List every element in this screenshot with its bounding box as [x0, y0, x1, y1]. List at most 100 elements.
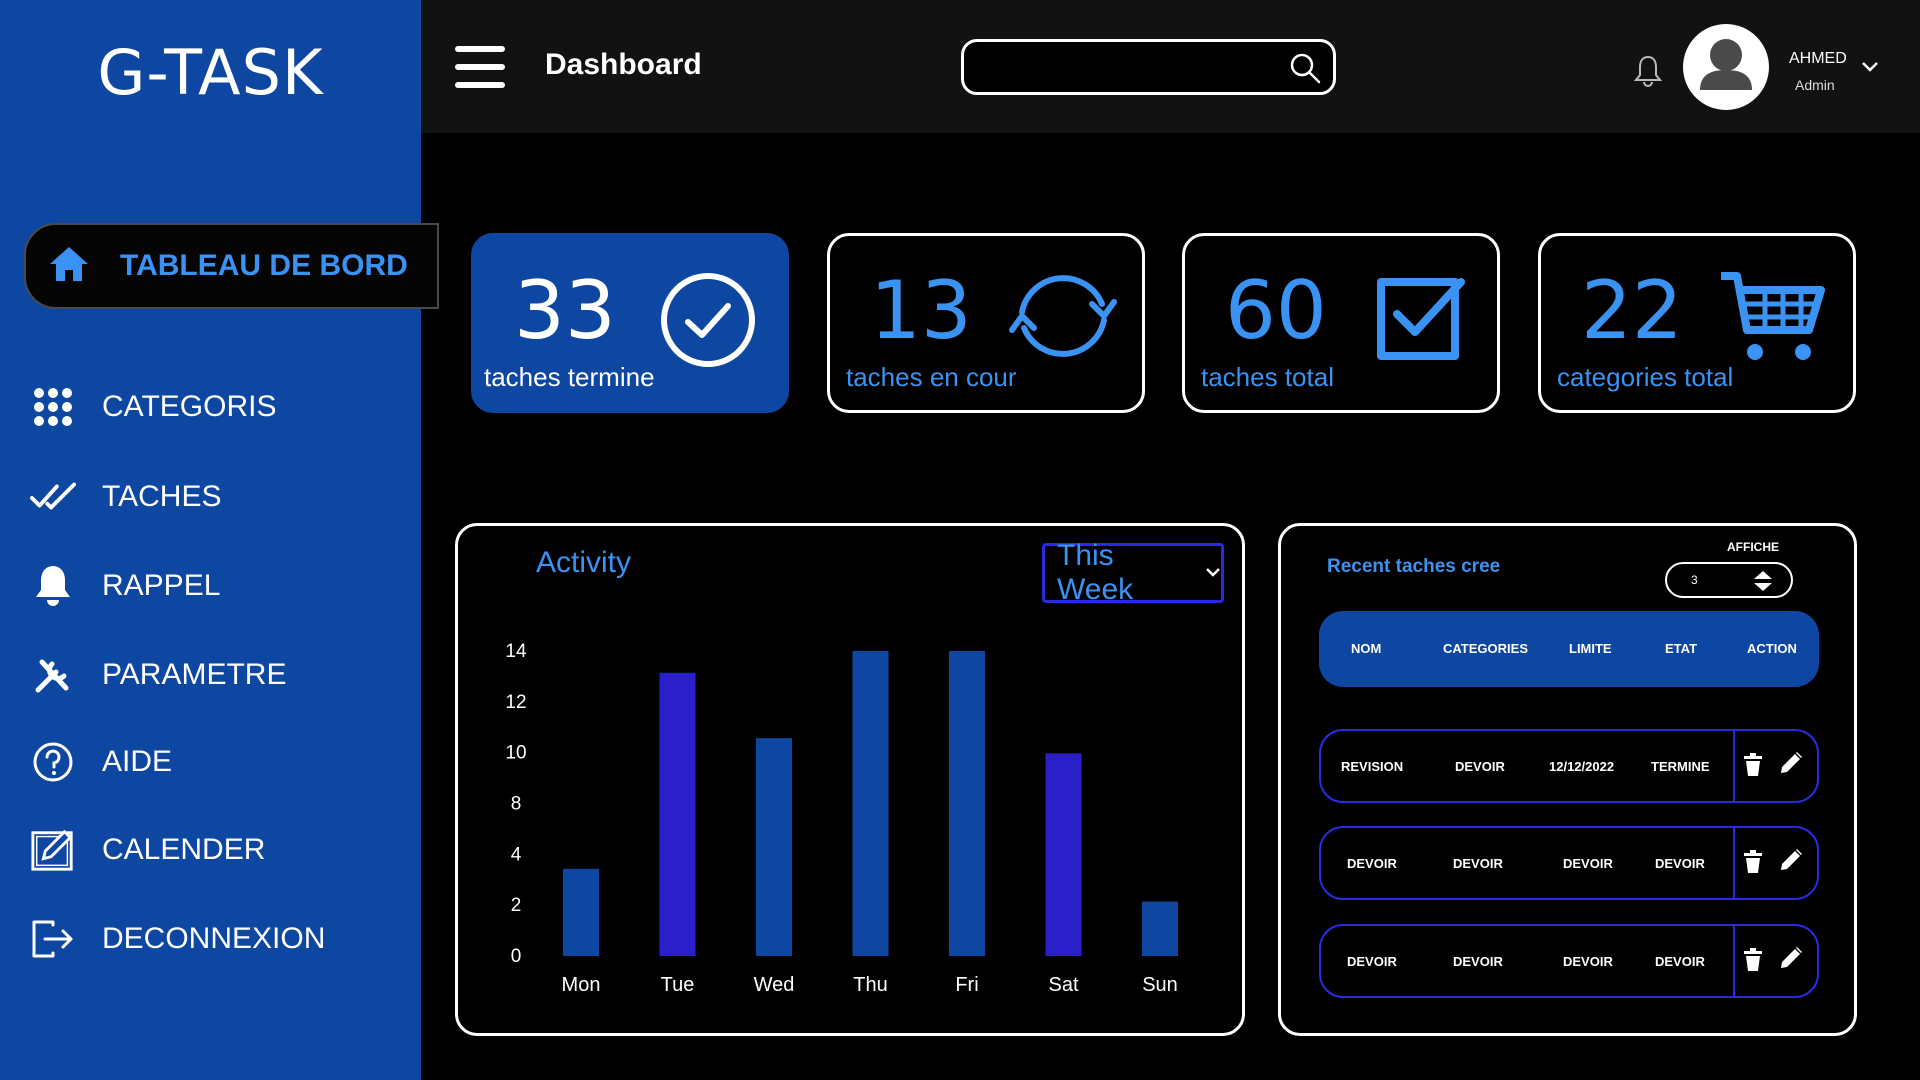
y-tick-label: 0 — [511, 946, 522, 967]
column-header: LIMITE — [1569, 641, 1612, 656]
avatar[interactable] — [1683, 24, 1769, 110]
sidebar-item-aide[interactable]: AIDE — [30, 735, 172, 789]
top-header: Dashboard AHMED Admin — [421, 0, 1920, 133]
recent-tasks-title: Recent taches cree — [1327, 556, 1501, 577]
affiche-stepper[interactable]: 3 — [1665, 562, 1793, 598]
bar-mon[interactable] — [563, 868, 599, 956]
pencil-icon[interactable] — [1779, 848, 1803, 877]
stat-value: 22 — [1581, 264, 1683, 357]
calendar-edit-icon — [30, 827, 76, 873]
page-title: Dashboard — [545, 48, 702, 81]
help-icon — [30, 739, 76, 785]
column-header: CATEGORIES — [1443, 641, 1528, 656]
divider — [1733, 731, 1735, 801]
tools-icon — [30, 652, 76, 698]
recent-tasks-panel: Recent taches cree AFFICHE 3 NOM CATEGOR… — [1278, 523, 1857, 1036]
stat-caption: categories total — [1557, 362, 1734, 392]
y-tick-label: 4 — [511, 844, 522, 865]
cart-icon — [1717, 270, 1827, 375]
divider — [1733, 926, 1735, 996]
affiche-value: 3 — [1691, 573, 1698, 587]
search-box — [961, 39, 1336, 95]
sidebar-item-tableau-de-bord[interactable]: TABLEAU DE BORD — [24, 223, 439, 309]
cell-categorie: DEVOIR — [1453, 954, 1503, 969]
logout-icon — [30, 916, 76, 962]
double-check-icon — [30, 474, 76, 520]
search-input[interactable] — [964, 42, 1264, 92]
sidebar-item-label: PARAMETRE — [102, 658, 287, 691]
sidebar-item-label: DECONNEXION — [102, 922, 326, 955]
sidebar-item-label: TACHES — [102, 480, 222, 513]
notification-bell-icon[interactable] — [1633, 55, 1663, 92]
sidebar-item-taches[interactable]: TACHES — [30, 470, 221, 524]
bar-thu[interactable] — [852, 651, 889, 956]
x-tick-label: Thu — [853, 974, 887, 996]
trash-icon[interactable] — [1743, 753, 1763, 782]
bar-wed[interactable] — [756, 738, 792, 956]
cell-nom: DEVOIR — [1347, 856, 1397, 871]
sidebar-item-label: CATEGORIS — [102, 390, 277, 423]
home-icon — [48, 245, 90, 288]
chevron-down-icon[interactable] — [1861, 60, 1879, 78]
sidebar-item-parametre[interactable]: PARAMETRE — [30, 648, 286, 702]
table-row: DEVOIR DEVOIR DEVOIR DEVOIR — [1319, 826, 1819, 900]
stat-value: 60 — [1225, 264, 1327, 357]
x-tick-label: Fri — [955, 974, 978, 996]
table-row: REVISION DEVOIR 12/12/2022 TERMINE — [1319, 729, 1819, 803]
x-tick-label: Mon — [562, 974, 601, 996]
sidebar-item-label: AIDE — [102, 745, 173, 778]
sidebar-item-label: TABLEAU DE BORD — [120, 249, 408, 282]
bar-fri[interactable] — [949, 651, 985, 956]
bar-sat[interactable] — [1045, 753, 1082, 956]
cell-limite: DEVOIR — [1563, 856, 1613, 871]
sidebar-item-label: RAPPEL — [102, 569, 221, 602]
y-tick-label: 14 — [505, 641, 527, 662]
spinner-arrows-icon[interactable] — [1753, 570, 1773, 597]
x-tick-label: Sun — [1142, 974, 1178, 996]
y-tick-label: 8 — [511, 794, 522, 815]
trash-icon[interactable] — [1743, 850, 1763, 879]
column-header: ACTION — [1747, 641, 1797, 656]
bar-sun[interactable] — [1142, 901, 1178, 956]
check-circle-icon — [660, 272, 756, 373]
table-row: DEVOIR DEVOIR DEVOIR DEVOIR — [1319, 924, 1819, 998]
stat-caption: taches en cour — [846, 362, 1017, 392]
x-tick-label: Wed — [754, 974, 795, 996]
cell-etat: DEVOIR — [1655, 954, 1705, 969]
x-tick-label: Sat — [1048, 974, 1078, 996]
cell-limite: 12/12/2022 — [1549, 759, 1615, 774]
bar-tue[interactable] — [659, 672, 696, 956]
stat-card-categories[interactable]: 22 categories total — [1538, 233, 1856, 413]
checkbox-icon — [1377, 274, 1465, 365]
activity-bar-chart: 0 2 4 8 10 12 14 Mon Tue Wed Thu Fri Sat Sun — [505, 641, 1178, 996]
stat-card-total[interactable]: 60 taches total — [1182, 233, 1500, 413]
refresh-icon — [1008, 268, 1118, 369]
affiche-label: AFFICHE — [1727, 540, 1779, 554]
cell-limite: DEVOIR — [1563, 954, 1613, 969]
cell-nom: REVISION — [1341, 759, 1404, 774]
sidebar-item-categoris[interactable]: CATEGORIS — [30, 380, 276, 434]
app-logo: G-TASK — [97, 36, 324, 109]
sidebar-item-deconnexion[interactable]: DECONNEXION — [30, 912, 325, 966]
y-tick-label: 12 — [505, 692, 526, 713]
grid-dots-icon — [30, 384, 76, 430]
stat-value: 13 — [870, 264, 972, 357]
sidebar-item-calender[interactable]: CALENDER — [30, 823, 265, 877]
pencil-icon[interactable] — [1779, 946, 1803, 975]
cell-nom: DEVOIR — [1347, 954, 1397, 969]
stat-value: 33 — [514, 264, 616, 357]
y-tick-label: 10 — [505, 743, 526, 764]
cell-categorie: DEVOIR — [1453, 856, 1503, 871]
divider — [1733, 828, 1735, 898]
hamburger-menu-icon[interactable] — [455, 46, 505, 88]
stat-card-en-cour[interactable]: 13 taches en cour — [827, 233, 1145, 413]
bell-icon — [30, 563, 76, 609]
pencil-icon[interactable] — [1779, 751, 1803, 780]
y-tick-label: 2 — [511, 895, 522, 916]
sidebar-item-rappel[interactable]: RAPPEL — [30, 559, 220, 613]
sidebar: G-TASK TABLEAU DE BORD CATEGORIS TACHES — [0, 0, 439, 1080]
stat-card-termine[interactable]: 33 taches termine — [471, 233, 789, 413]
stat-caption: taches total — [1201, 362, 1334, 392]
search-icon[interactable] — [1289, 52, 1321, 89]
trash-icon[interactable] — [1743, 948, 1763, 977]
